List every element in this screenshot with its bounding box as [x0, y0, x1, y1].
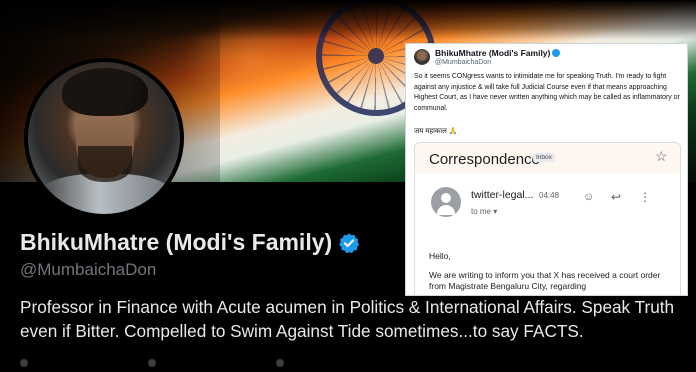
- tweet-sign-off: जय महाकाल 🙏: [414, 128, 458, 135]
- email-header: Correspondence Inbox ☆: [415, 143, 680, 173]
- verified-icon: [339, 232, 360, 253]
- verified-icon: [552, 49, 561, 57]
- star-icon: ☆: [655, 148, 668, 164]
- sender-avatar: [431, 187, 461, 217]
- display-name-text: BhikuMhatre (Modi's Family): [20, 229, 333, 255]
- tweet-author-name: BhikuMhatre (Modi's Family): [435, 48, 561, 58]
- avatar-beard: [78, 146, 132, 182]
- email-sender: twitter-legal...: [471, 189, 534, 201]
- tweet-avatar: [414, 49, 430, 65]
- email-recipient: to me ▾: [471, 207, 498, 216]
- reply-icon: ↩: [611, 190, 622, 204]
- tweet-author-handle: @MumbaichaDon: [435, 59, 492, 66]
- meta-icon: [148, 359, 156, 367]
- avatar[interactable]: [24, 58, 184, 218]
- email-body: We are writing to inform you that X has …: [429, 270, 661, 291]
- more-icon: ⋮: [639, 190, 651, 204]
- emoji-icon: ☺: [583, 191, 595, 203]
- profile-meta-row: [20, 354, 696, 367]
- email-greeting: Hello,: [429, 251, 451, 261]
- tweet-author-name-text: BhikuMhatre (Modi's Family): [435, 48, 551, 58]
- profile-bio: Professor in Finance with Acute acumen i…: [20, 297, 675, 341]
- profile-handle: @MumbaichaDon: [20, 260, 157, 279]
- meta-icon: [20, 359, 28, 367]
- inbox-badge: Inbox: [533, 153, 555, 162]
- meta-icon: [276, 359, 284, 367]
- email-subject: Correspondence: [429, 151, 540, 168]
- tweet-screenshot: BhikuMhatre (Modi's Family) @MumbaichaDo…: [405, 43, 688, 296]
- display-name: BhikuMhatre (Modi's Family): [20, 229, 360, 256]
- email-screenshot: Correspondence Inbox ☆ twitter-legal... …: [414, 142, 681, 295]
- email-time: 04:48: [539, 191, 560, 200]
- avatar-hair: [62, 68, 148, 116]
- tweet-text: So it seems CONgress wants to intimidate…: [414, 73, 680, 112]
